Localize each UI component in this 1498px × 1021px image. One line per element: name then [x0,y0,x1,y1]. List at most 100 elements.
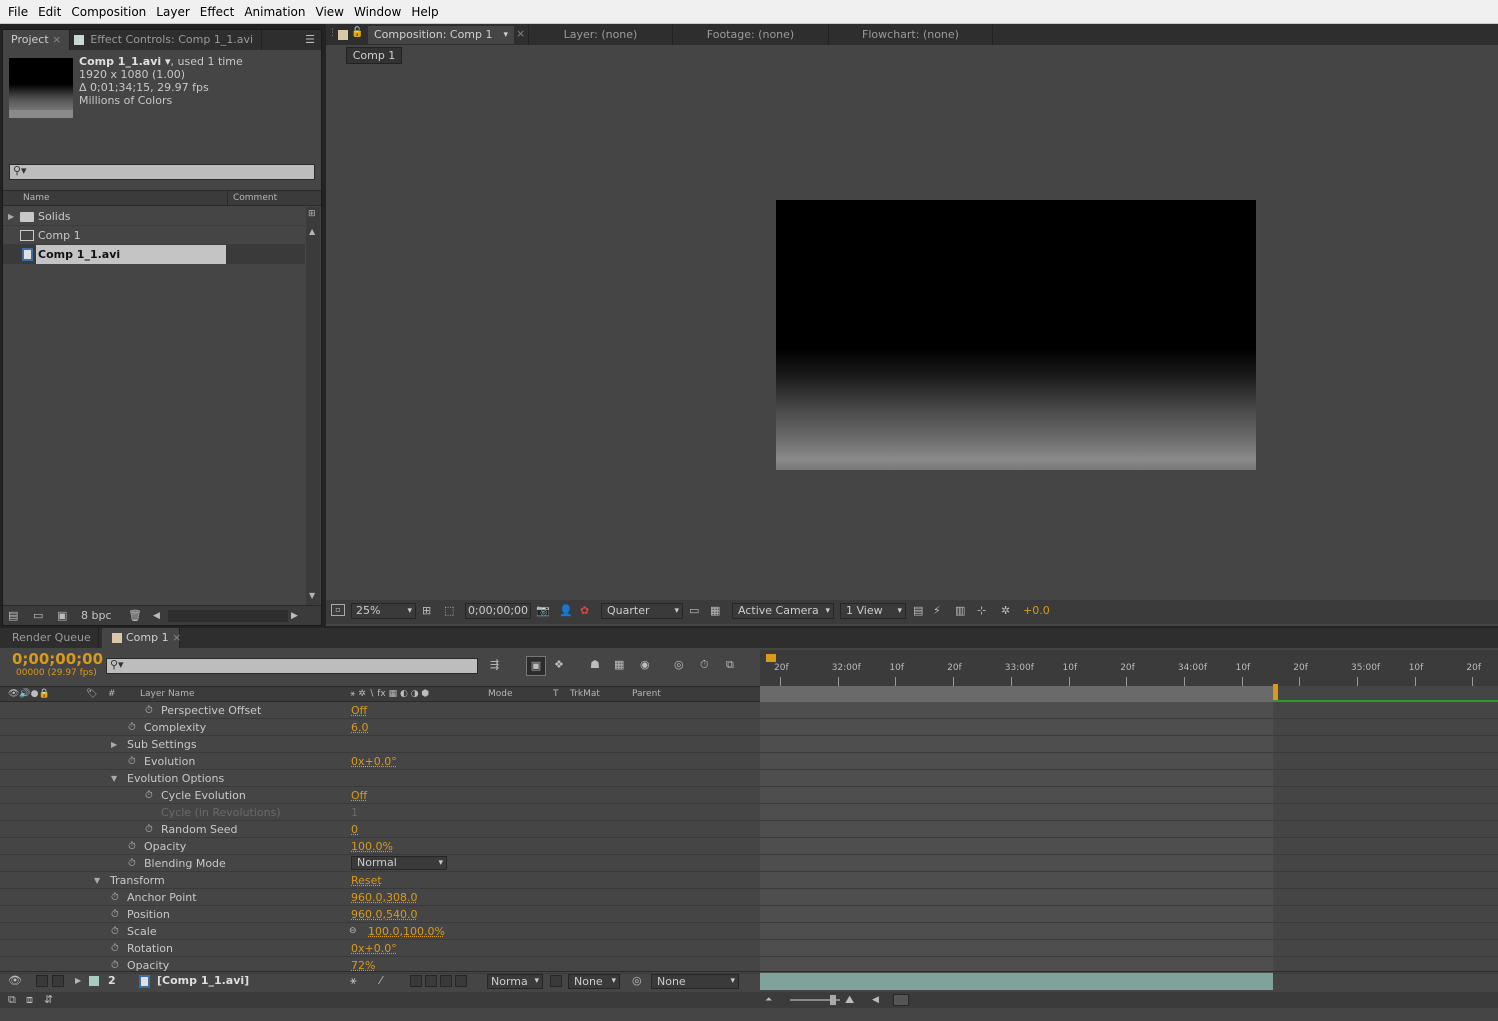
constrain-proportions-icon[interactable]: ⊖ [349,923,357,940]
region-of-interest-icon[interactable]: ▭ [689,600,699,622]
column-comment[interactable]: Comment [233,191,277,205]
channel-icon[interactable]: ✿ [580,600,589,622]
menu-composition[interactable]: Composition [66,0,151,24]
project-search-input[interactable]: ⚲▾ [9,164,315,180]
timeline-icon[interactable]: ▥ [955,600,965,622]
scroll-up-icon[interactable]: ▲ [309,227,315,236]
column-name[interactable]: Name [23,191,50,205]
stopwatch-icon[interactable]: ⏱ [111,889,119,906]
quality-switch-icon[interactable]: ⁄ [380,972,382,990]
property-value[interactable]: Off [351,702,367,719]
layer-duration-bar[interactable] [760,973,1273,990]
interpret-footage-icon[interactable]: ▤ [8,606,18,626]
scroll-left-icon[interactable]: ◀ [872,992,879,1008]
stopwatch-icon[interactable]: ⏱ [145,821,153,838]
current-time-indicator[interactable] [1273,684,1278,700]
property-value[interactable]: 0x+0.0° [351,940,397,957]
stopwatch-icon[interactable]: ⏱ [128,855,136,872]
twirl-open-icon[interactable]: ▼ [94,872,100,889]
new-comp-icon[interactable]: ▣ [57,606,67,626]
exposure-value[interactable]: +0.0 [1023,600,1050,622]
column-t[interactable]: T [553,687,559,701]
stopwatch-icon[interactable]: ⏱ [145,787,153,804]
zoom-slider-thumb[interactable] [830,995,836,1005]
column-layer-name[interactable]: Layer Name [140,687,195,701]
horizontal-scrollbar[interactable] [168,610,288,622]
tab-effect-controls[interactable]: Effect Controls: Comp 1_1.avi [70,30,263,50]
tab-flowchart[interactable]: Flowchart: (none) [829,25,993,45]
property-row[interactable]: ⏱ Position 960.0,540.0 [0,906,1498,923]
layer-name[interactable]: [Comp 1_1.avi] [157,972,249,990]
panel-grip-icon[interactable]: ⋮ [328,28,337,38]
switch-box[interactable] [425,975,437,987]
property-value[interactable]: Reset [351,872,382,889]
property-row[interactable]: ⏱ Scale ⊖ 100.0,100.0% [0,923,1498,940]
property-row[interactable]: ⏱ Complexity 6.0 [0,719,1498,736]
column-parent[interactable]: Parent [632,687,661,701]
property-row[interactable]: ▶ Sub Settings [0,736,1498,753]
scroll-left-icon[interactable]: ◀ [153,606,160,626]
menu-layer[interactable]: Layer [151,0,194,24]
property-row[interactable]: Cycle (in Revolutions) 1 [0,804,1498,821]
snapshot-icon[interactable]: 📷 [536,600,550,622]
audio-toggle[interactable] [36,975,48,987]
layer-trkmat-select[interactable]: None ▾ [568,974,620,989]
stopwatch-icon[interactable]: ⏱ [128,719,136,736]
composition-canvas[interactable] [776,200,1256,470]
solo-toggle[interactable] [52,975,64,987]
project-item-solids[interactable]: ▶ Solids [3,207,305,226]
pick-whip-icon[interactable]: ◎ [632,972,642,990]
switch-box[interactable] [410,975,422,987]
twirl-closed-icon[interactable]: ▶ [111,736,117,753]
menu-animation[interactable]: Animation [239,0,310,24]
property-row[interactable]: ⏱ Opacity 100.0% [0,838,1498,855]
zoom-select[interactable]: 25% ▾ [351,603,416,619]
zoom-out-icon[interactable]: ⏶ [765,992,772,1008]
close-tab-icon[interactable]: × [516,27,525,40]
in-out-toggle-icon[interactable]: ⇵ [44,992,53,1008]
flowchart-icon[interactable]: ⊞ [308,209,316,219]
live-update-icon[interactable]: ▣ [526,656,546,676]
menu-help[interactable]: Help [406,0,443,24]
project-scrollbar[interactable]: ⊞ ▲ ▼ [306,207,320,605]
zoom-in-icon[interactable]: ⛰ [845,992,854,1008]
blending-mode-select[interactable]: Normal ▾ [351,856,447,870]
project-item-comp1-avi[interactable]: Comp 1_1.avi [3,245,305,264]
motion-blur-icon[interactable]: ◉ [640,658,650,671]
property-value[interactable]: 1 [351,804,358,821]
camera-select[interactable]: Active Camera ▾ [732,603,834,619]
frame-blending-icon[interactable]: ▦ [614,658,624,671]
tab-comp1[interactable]: Comp 1 × [102,628,181,648]
comp-dropdown-icon[interactable]: ▾ [503,26,508,44]
timeline-horizontal-scrollbar[interactable] [893,994,909,1006]
graph-editor-icon[interactable]: ⧉ [726,658,734,672]
footage-name[interactable]: Comp 1_1.avi ▾ [79,55,171,68]
column-number[interactable]: # [108,687,116,701]
timeline-search-input[interactable]: ⚲▾ [106,658,478,674]
scroll-right-icon[interactable]: ▶ [291,606,298,626]
draft-3d-icon[interactable]: ❖ [554,658,564,671]
tab-footage[interactable]: Footage: (none) [673,25,829,45]
view-layout-select[interactable]: 1 View ▾ [840,603,906,619]
layer-mode-select[interactable]: Norma ▾ [487,974,543,989]
menu-file[interactable]: File [3,0,33,24]
stopwatch-icon[interactable]: ⏱ [128,753,136,770]
tab-layer[interactable]: Layer: (none) [528,25,673,45]
column-mode[interactable]: Mode [488,687,513,701]
always-preview-icon[interactable]: ▫ [331,604,345,616]
switch-box[interactable] [455,975,467,987]
property-row[interactable]: ⏱ Anchor Point 960.0,308.0 [0,889,1498,906]
property-row[interactable]: ⏱ Cycle Evolution Off [0,787,1498,804]
twirl-closed-icon[interactable]: ▶ [8,207,14,226]
pixel-aspect-icon[interactable]: ▤ [913,600,923,622]
current-time-display[interactable]: 0;00;00;00 [465,603,531,619]
stopwatch-icon[interactable]: ⏱ [128,838,136,855]
panel-menu-icon[interactable]: ☰ [299,30,321,50]
auto-keyframe-icon[interactable]: ⏱ [700,658,709,672]
switch-box[interactable] [440,975,452,987]
stopwatch-icon[interactable]: ⏱ [111,906,119,923]
property-value[interactable]: Off [351,787,367,804]
video-visibility-icon[interactable]: 👁 [8,972,22,990]
property-value[interactable]: 6.0 [351,719,369,736]
property-value[interactable]: 960.0,540.0 [351,906,417,923]
